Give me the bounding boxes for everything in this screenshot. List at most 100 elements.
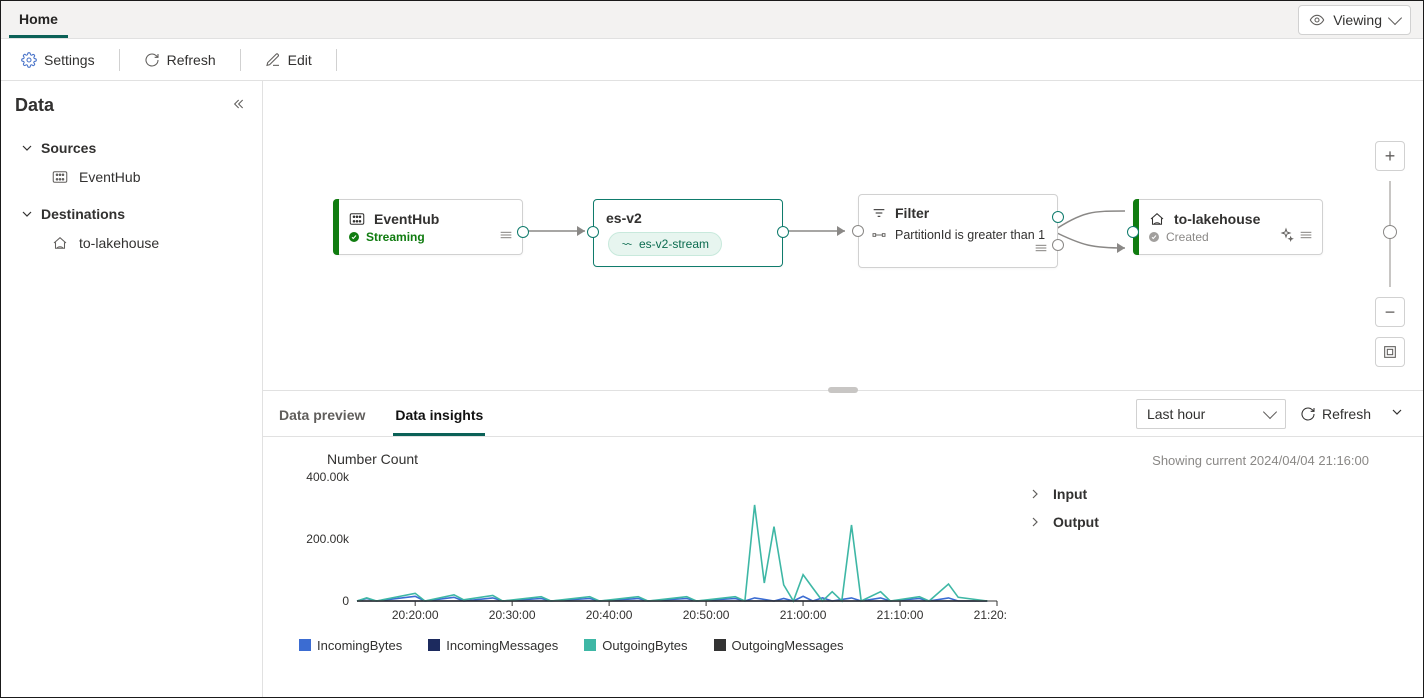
stream-chip[interactable]: es-v2-stream bbox=[608, 232, 722, 256]
panel-refresh-label: Refresh bbox=[1322, 406, 1371, 422]
sidebar: Data Sources EventHub bbox=[1, 81, 263, 697]
panel-resize-handle[interactable] bbox=[828, 387, 858, 393]
svg-text:21:00:00: 21:00:00 bbox=[780, 608, 827, 622]
zoom-slider[interactable] bbox=[1389, 181, 1391, 287]
arrowhead-icon bbox=[1117, 243, 1125, 253]
filter-icon bbox=[871, 205, 887, 221]
edit-button[interactable]: Edit bbox=[257, 44, 320, 76]
insights-timestamp: Showing current 2024/04/04 21:16:00 bbox=[1027, 453, 1409, 468]
node-status-bar bbox=[333, 199, 339, 255]
chevron-down-icon bbox=[19, 206, 35, 222]
chevron-right-icon bbox=[1027, 486, 1043, 502]
arrowhead-icon bbox=[577, 226, 585, 236]
legend-item[interactable]: IncomingBytes bbox=[299, 638, 402, 653]
refresh-button[interactable]: Refresh bbox=[136, 44, 224, 76]
node-title: to-lakehouse bbox=[1174, 211, 1260, 227]
legend-swatch bbox=[714, 639, 726, 651]
time-range-select[interactable]: Last hour bbox=[1136, 399, 1286, 429]
bottom-panel: Data preview Data insights Last hour Ref… bbox=[263, 391, 1423, 697]
top-tab-bar: Home Viewing bbox=[1, 1, 1423, 39]
legend-swatch bbox=[584, 639, 596, 651]
chart-title: Number Count bbox=[327, 451, 1007, 467]
mode-viewing-button[interactable]: Viewing bbox=[1298, 5, 1411, 35]
svg-text:21:10:00: 21:10:00 bbox=[877, 608, 924, 622]
panel-expand-button[interactable] bbox=[1385, 400, 1409, 427]
canvas[interactable]: EventHub Streaming es-v2 bbox=[263, 81, 1423, 391]
zoom-thumb[interactable] bbox=[1383, 225, 1397, 239]
node-es-v2[interactable]: es-v2 es-v2-stream bbox=[593, 199, 783, 267]
settings-button[interactable]: Settings bbox=[13, 44, 103, 76]
svg-text:20:50:00: 20:50:00 bbox=[683, 608, 730, 622]
legend-item[interactable]: OutgoingBytes bbox=[584, 638, 687, 653]
chart-area: Number Count 0200.00k400.00k20:20:0020:3… bbox=[287, 447, 1007, 691]
node-lakehouse[interactable]: to-lakehouse Created bbox=[1133, 199, 1323, 255]
svg-text:400.00k: 400.00k bbox=[306, 470, 350, 484]
chevron-down-icon bbox=[1389, 404, 1405, 420]
tab-home[interactable]: Home bbox=[9, 1, 68, 38]
node-eventhub[interactable]: EventHub Streaming bbox=[333, 199, 523, 255]
time-range-label: Last hour bbox=[1147, 406, 1205, 422]
node-output-port[interactable] bbox=[1052, 239, 1064, 251]
node-menu-icon[interactable] bbox=[498, 227, 514, 246]
accordion-output[interactable]: Output bbox=[1027, 508, 1409, 536]
svg-text:200.00k: 200.00k bbox=[306, 532, 350, 546]
node-menu-icon[interactable] bbox=[1298, 227, 1314, 246]
tree-item-lakehouse[interactable]: to-lakehouse bbox=[15, 228, 254, 258]
chart: 0200.00k400.00k20:20:0020:30:0020:40:002… bbox=[287, 469, 1007, 629]
node-input-port[interactable] bbox=[852, 225, 864, 237]
legend-swatch bbox=[428, 639, 440, 651]
node-status: Streaming bbox=[366, 230, 425, 244]
zoom-out-button[interactable]: − bbox=[1375, 297, 1405, 327]
tree-item-label: to-lakehouse bbox=[79, 235, 159, 251]
edit-label: Edit bbox=[288, 52, 312, 68]
eventhub-icon bbox=[348, 210, 366, 228]
tree-group-destinations[interactable]: Destinations bbox=[15, 200, 254, 228]
accordion-input[interactable]: Input bbox=[1027, 480, 1409, 508]
legend-item[interactable]: IncomingMessages bbox=[428, 638, 558, 653]
svg-text:20:40:00: 20:40:00 bbox=[586, 608, 633, 622]
gear-icon bbox=[21, 52, 37, 68]
collapse-sidebar-icon[interactable] bbox=[230, 96, 246, 115]
svg-text:20:30:00: 20:30:00 bbox=[489, 608, 536, 622]
tab-data-preview[interactable]: Data preview bbox=[277, 395, 367, 436]
node-output-port[interactable] bbox=[777, 226, 789, 238]
legend-item[interactable]: OutgoingMessages bbox=[714, 638, 844, 653]
svg-text:20:20:00: 20:20:00 bbox=[392, 608, 439, 622]
refresh-label: Refresh bbox=[167, 52, 216, 68]
stream-chip-label: es-v2-stream bbox=[639, 237, 709, 251]
panel-refresh-button[interactable]: Refresh bbox=[1300, 406, 1371, 422]
check-circle-icon bbox=[348, 231, 360, 243]
edit-icon bbox=[265, 52, 281, 68]
filter-condition: PartitionId is greater than 1 bbox=[895, 228, 1045, 242]
tab-data-insights[interactable]: Data insights bbox=[393, 395, 485, 436]
lakehouse-icon bbox=[1148, 210, 1166, 228]
zoom-in-button[interactable]: + bbox=[1375, 141, 1405, 171]
node-output-port[interactable] bbox=[517, 226, 529, 238]
sparkle-icon[interactable] bbox=[1278, 227, 1294, 246]
chevron-down-icon bbox=[1388, 10, 1402, 24]
zoom-controls: + − bbox=[1375, 141, 1405, 367]
tree-group-sources[interactable]: Sources bbox=[15, 134, 254, 162]
body: Data Sources EventHub bbox=[1, 81, 1423, 697]
node-input-port[interactable] bbox=[587, 226, 599, 238]
eye-icon bbox=[1309, 12, 1325, 28]
lakehouse-icon bbox=[51, 234, 69, 252]
node-output-port[interactable] bbox=[1052, 211, 1064, 223]
tree-item-eventhub[interactable]: EventHub bbox=[15, 162, 254, 192]
svg-text:21:20:00: 21:20:00 bbox=[974, 608, 1007, 622]
refresh-icon bbox=[144, 52, 160, 68]
toolbar: Settings Refresh Edit bbox=[1, 39, 1423, 81]
node-input-port[interactable] bbox=[1127, 226, 1139, 238]
node-title: EventHub bbox=[374, 211, 439, 227]
eventhub-icon bbox=[51, 168, 69, 186]
node-title: es-v2 bbox=[606, 210, 642, 226]
node-status: Created bbox=[1166, 230, 1209, 244]
accordion-label: Output bbox=[1053, 514, 1099, 530]
node-menu-icon[interactable] bbox=[1033, 240, 1049, 259]
node-filter[interactable]: Filter PartitionId is greater than 1 bbox=[858, 194, 1058, 268]
chevron-down-icon bbox=[19, 140, 35, 156]
fit-to-screen-button[interactable] bbox=[1375, 337, 1405, 367]
node-title: Filter bbox=[895, 205, 929, 221]
toolbar-divider bbox=[119, 49, 120, 71]
legend-swatch bbox=[299, 639, 311, 651]
